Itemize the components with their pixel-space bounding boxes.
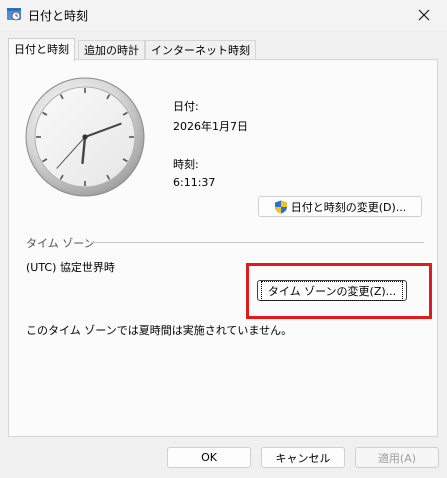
- current-timezone: (UTC) 協定世界時: [26, 261, 115, 274]
- timezone-section-label: タイム ゾーン: [26, 237, 95, 250]
- change-date-time-button[interactable]: 日付と時刻の変更(D)...: [258, 196, 422, 217]
- tab-internet-time[interactable]: インターネット時刻: [145, 40, 256, 60]
- close-icon: [418, 9, 430, 21]
- tab-additional-clocks[interactable]: 追加の時計: [78, 40, 145, 60]
- dst-note: このタイム ゾーンでは夏時間は実施されていません。: [26, 324, 293, 337]
- section-divider: [91, 242, 424, 243]
- time-label: 時刻:: [173, 158, 199, 171]
- analog-clock: [25, 77, 145, 197]
- change-date-time-label: 日付と時刻の変更(D)...: [290, 200, 407, 214]
- uac-shield-icon: [274, 200, 287, 213]
- close-button[interactable]: [401, 0, 447, 30]
- date-label: 日付:: [173, 100, 199, 113]
- date-value: 2026年1月7日: [173, 120, 248, 133]
- tab-date-time[interactable]: 日付と時刻: [8, 38, 75, 61]
- title-bar: 日付と時刻: [0, 0, 447, 30]
- apply-button[interactable]: 適用(A): [355, 447, 439, 468]
- change-timezone-label: タイム ゾーンの変更(Z)...: [260, 280, 404, 301]
- date-time-app-icon: [7, 8, 21, 21]
- cancel-button[interactable]: キャンセル: [261, 447, 345, 468]
- ok-button[interactable]: OK: [167, 447, 251, 468]
- date-time-panel: 日付: 2026年1月7日 時刻: 6:11:37 日付と時刻の変更(D)...…: [8, 59, 438, 437]
- time-value: 6:11:37: [173, 176, 216, 189]
- ok-label: OK: [201, 451, 217, 464]
- change-timezone-button[interactable]: タイム ゾーンの変更(Z)...: [257, 280, 407, 301]
- cancel-label: キャンセル: [275, 451, 331, 465]
- window-title: 日付と時刻: [28, 9, 89, 23]
- apply-label: 適用(A): [377, 451, 417, 465]
